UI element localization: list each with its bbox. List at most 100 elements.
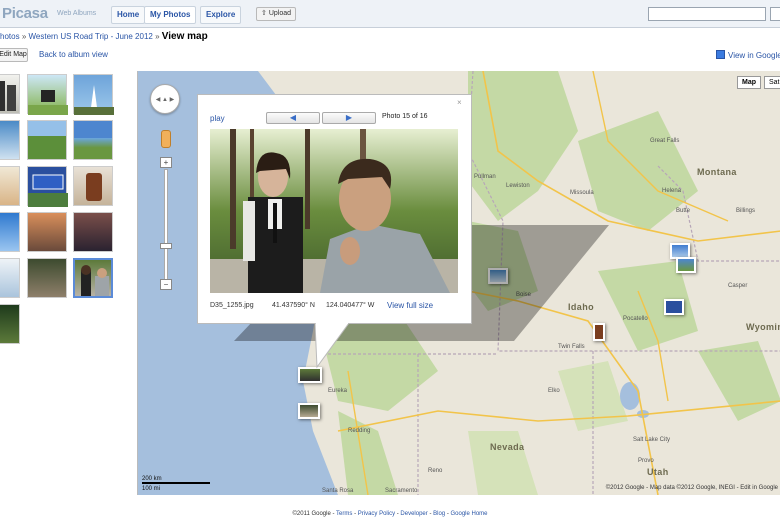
photo-counter: Photo 15 of 16 [382, 113, 428, 120]
footer-link-developer[interactable]: Developer [400, 511, 427, 517]
top-bar: Picasa Web Albums Home My Photos Explore… [0, 0, 780, 28]
map-label-city: Eureka [328, 388, 348, 394]
photo-thumbnail[interactable] [73, 166, 113, 206]
pegman-icon[interactable] [161, 130, 171, 148]
footer-separator: - [354, 511, 357, 517]
photo-thumbnail[interactable] [0, 120, 20, 160]
photo-thumbnail[interactable] [0, 258, 20, 298]
map-type-satellite-button[interactable]: Sat [764, 76, 780, 89]
photo-thumbnail[interactable] [27, 166, 68, 207]
photo-thumbnail[interactable] [27, 120, 67, 160]
thumbnail-image [86, 173, 102, 201]
photo-thumbnail[interactable] [73, 212, 113, 252]
map-label-city: Helena [662, 188, 682, 194]
zoom-in-button[interactable]: + [160, 157, 172, 168]
map-label-city: Elko [548, 388, 560, 394]
edit-map-button[interactable]: Edit Map [0, 48, 28, 62]
view-in-google-label: View in Google [728, 51, 780, 60]
page-title: View map [161, 31, 208, 42]
map-canvas[interactable]: Map Sat ◀ ▲ ▶ + − Montana Idaho Wyoming … [137, 71, 780, 495]
breadcrumb-separator: » [155, 32, 162, 41]
map-label-city: Billings [736, 208, 756, 214]
tab-my-photos[interactable]: My Photos [144, 6, 197, 24]
map-scale-mi: 100 mi [142, 486, 161, 492]
logo-subtitle: Web Albums [57, 10, 97, 17]
footer-copyright: ©2011 Google [292, 511, 331, 517]
photo-thumbnail[interactable] [27, 74, 68, 115]
breadcrumb-photos[interactable]: hotos [0, 32, 20, 41]
photo-thumbnail[interactable] [27, 212, 67, 252]
breadcrumb-album[interactable]: Western US Road Trip - June 2012 [28, 32, 152, 41]
map-label-city: Sacramento [385, 488, 418, 494]
search-button[interactable] [770, 7, 780, 21]
zoom-slider-handle[interactable] [160, 243, 172, 249]
breadcrumb: hotos » Western US Road Trip - June 2012… [0, 31, 208, 42]
thumbnail-image [28, 90, 68, 115]
map-scale-bar [142, 482, 210, 484]
photo-longitude: 124.040477° W [326, 302, 375, 309]
map-label-city: Provo [638, 458, 654, 464]
close-icon[interactable]: × [457, 98, 462, 107]
page-footer: ©2011 Google - Terms - Privacy Policy - … [0, 511, 780, 517]
search-input[interactable] [648, 7, 766, 21]
map-type-map-button[interactable]: Map [737, 76, 761, 89]
photo-marker[interactable] [676, 257, 696, 273]
upload-label: Upload [268, 10, 291, 17]
map-label-city: Pocatello [623, 316, 648, 322]
google-maps-icon [716, 50, 725, 59]
footer-link-blog[interactable]: Blog [433, 511, 445, 517]
back-to-album-link[interactable]: Back to album view [39, 50, 108, 59]
map-label-city: Butte [676, 208, 691, 214]
tab-home[interactable]: Home [111, 6, 146, 24]
view-full-size-link[interactable]: View full size [387, 301, 433, 310]
map-label-state: Wyoming [746, 322, 780, 332]
map-label-city: Redding [348, 428, 371, 434]
popup-photo-image [210, 129, 458, 293]
picasa-logo[interactable]: Picasa [2, 5, 48, 22]
map-label-state: Utah [647, 467, 669, 477]
map-label-state: Nevada [490, 442, 525, 452]
photo-latitude: 41.437590° N [272, 302, 315, 309]
photo-thumbnail[interactable] [0, 212, 20, 252]
map-label-state: Montana [697, 167, 737, 177]
thumbnail-image [74, 85, 114, 115]
map-label-city: Salt Lake City [633, 437, 671, 443]
pan-control-icon[interactable]: ◀ ▲ ▶ [150, 84, 180, 114]
photo-thumbnail[interactable] [73, 120, 113, 160]
footer-separator: - [429, 511, 432, 517]
thumbnail-image [81, 265, 109, 296]
footer-link-privacy[interactable]: Privacy Policy [358, 511, 395, 517]
photo-thumbnail[interactable] [0, 166, 20, 206]
footer-separator: - [446, 511, 449, 517]
photo-thumbnail[interactable] [27, 258, 67, 298]
map-label-city: Missoula [570, 190, 594, 196]
play-slideshow-link[interactable]: play [210, 114, 225, 123]
footer-separator: - [396, 511, 399, 517]
thumbnail-image [28, 174, 68, 207]
photo-filename: D35_1255.jpg [210, 302, 254, 309]
prev-arrow-icon: ◀ [289, 113, 297, 122]
photo-marker[interactable] [298, 403, 320, 419]
previous-photo-button[interactable]: ◀ [266, 112, 320, 124]
next-photo-button[interactable]: ▶ [322, 112, 376, 124]
popup-tail [315, 323, 349, 369]
zoom-out-button[interactable]: − [160, 279, 172, 290]
map-label-city: Pullman [474, 174, 496, 180]
footer-separator: - [332, 511, 335, 517]
photo-thumbnail[interactable] [0, 304, 20, 344]
footer-link-terms[interactable]: Terms [336, 511, 352, 517]
zoom-slider-track[interactable] [164, 169, 168, 282]
photo-thumbnail-selected[interactable] [73, 258, 113, 298]
upload-button[interactable]: ⇧ Upload [256, 7, 296, 21]
popup-photo[interactable] [210, 129, 458, 293]
photo-marker[interactable] [664, 299, 684, 315]
next-arrow-icon: ▶ [345, 113, 353, 122]
view-in-google-maps-link[interactable]: View in Google [716, 50, 780, 60]
photo-marker-selected[interactable] [298, 367, 322, 383]
photo-thumbnail[interactable] [73, 74, 114, 115]
footer-link-google-home[interactable]: Google Home [450, 511, 487, 517]
tab-explore[interactable]: Explore [200, 6, 242, 24]
map-label-city: Santa Rosa [322, 488, 354, 494]
photo-thumbnail[interactable] [0, 74, 20, 114]
upload-icon: ⇧ [260, 10, 267, 17]
